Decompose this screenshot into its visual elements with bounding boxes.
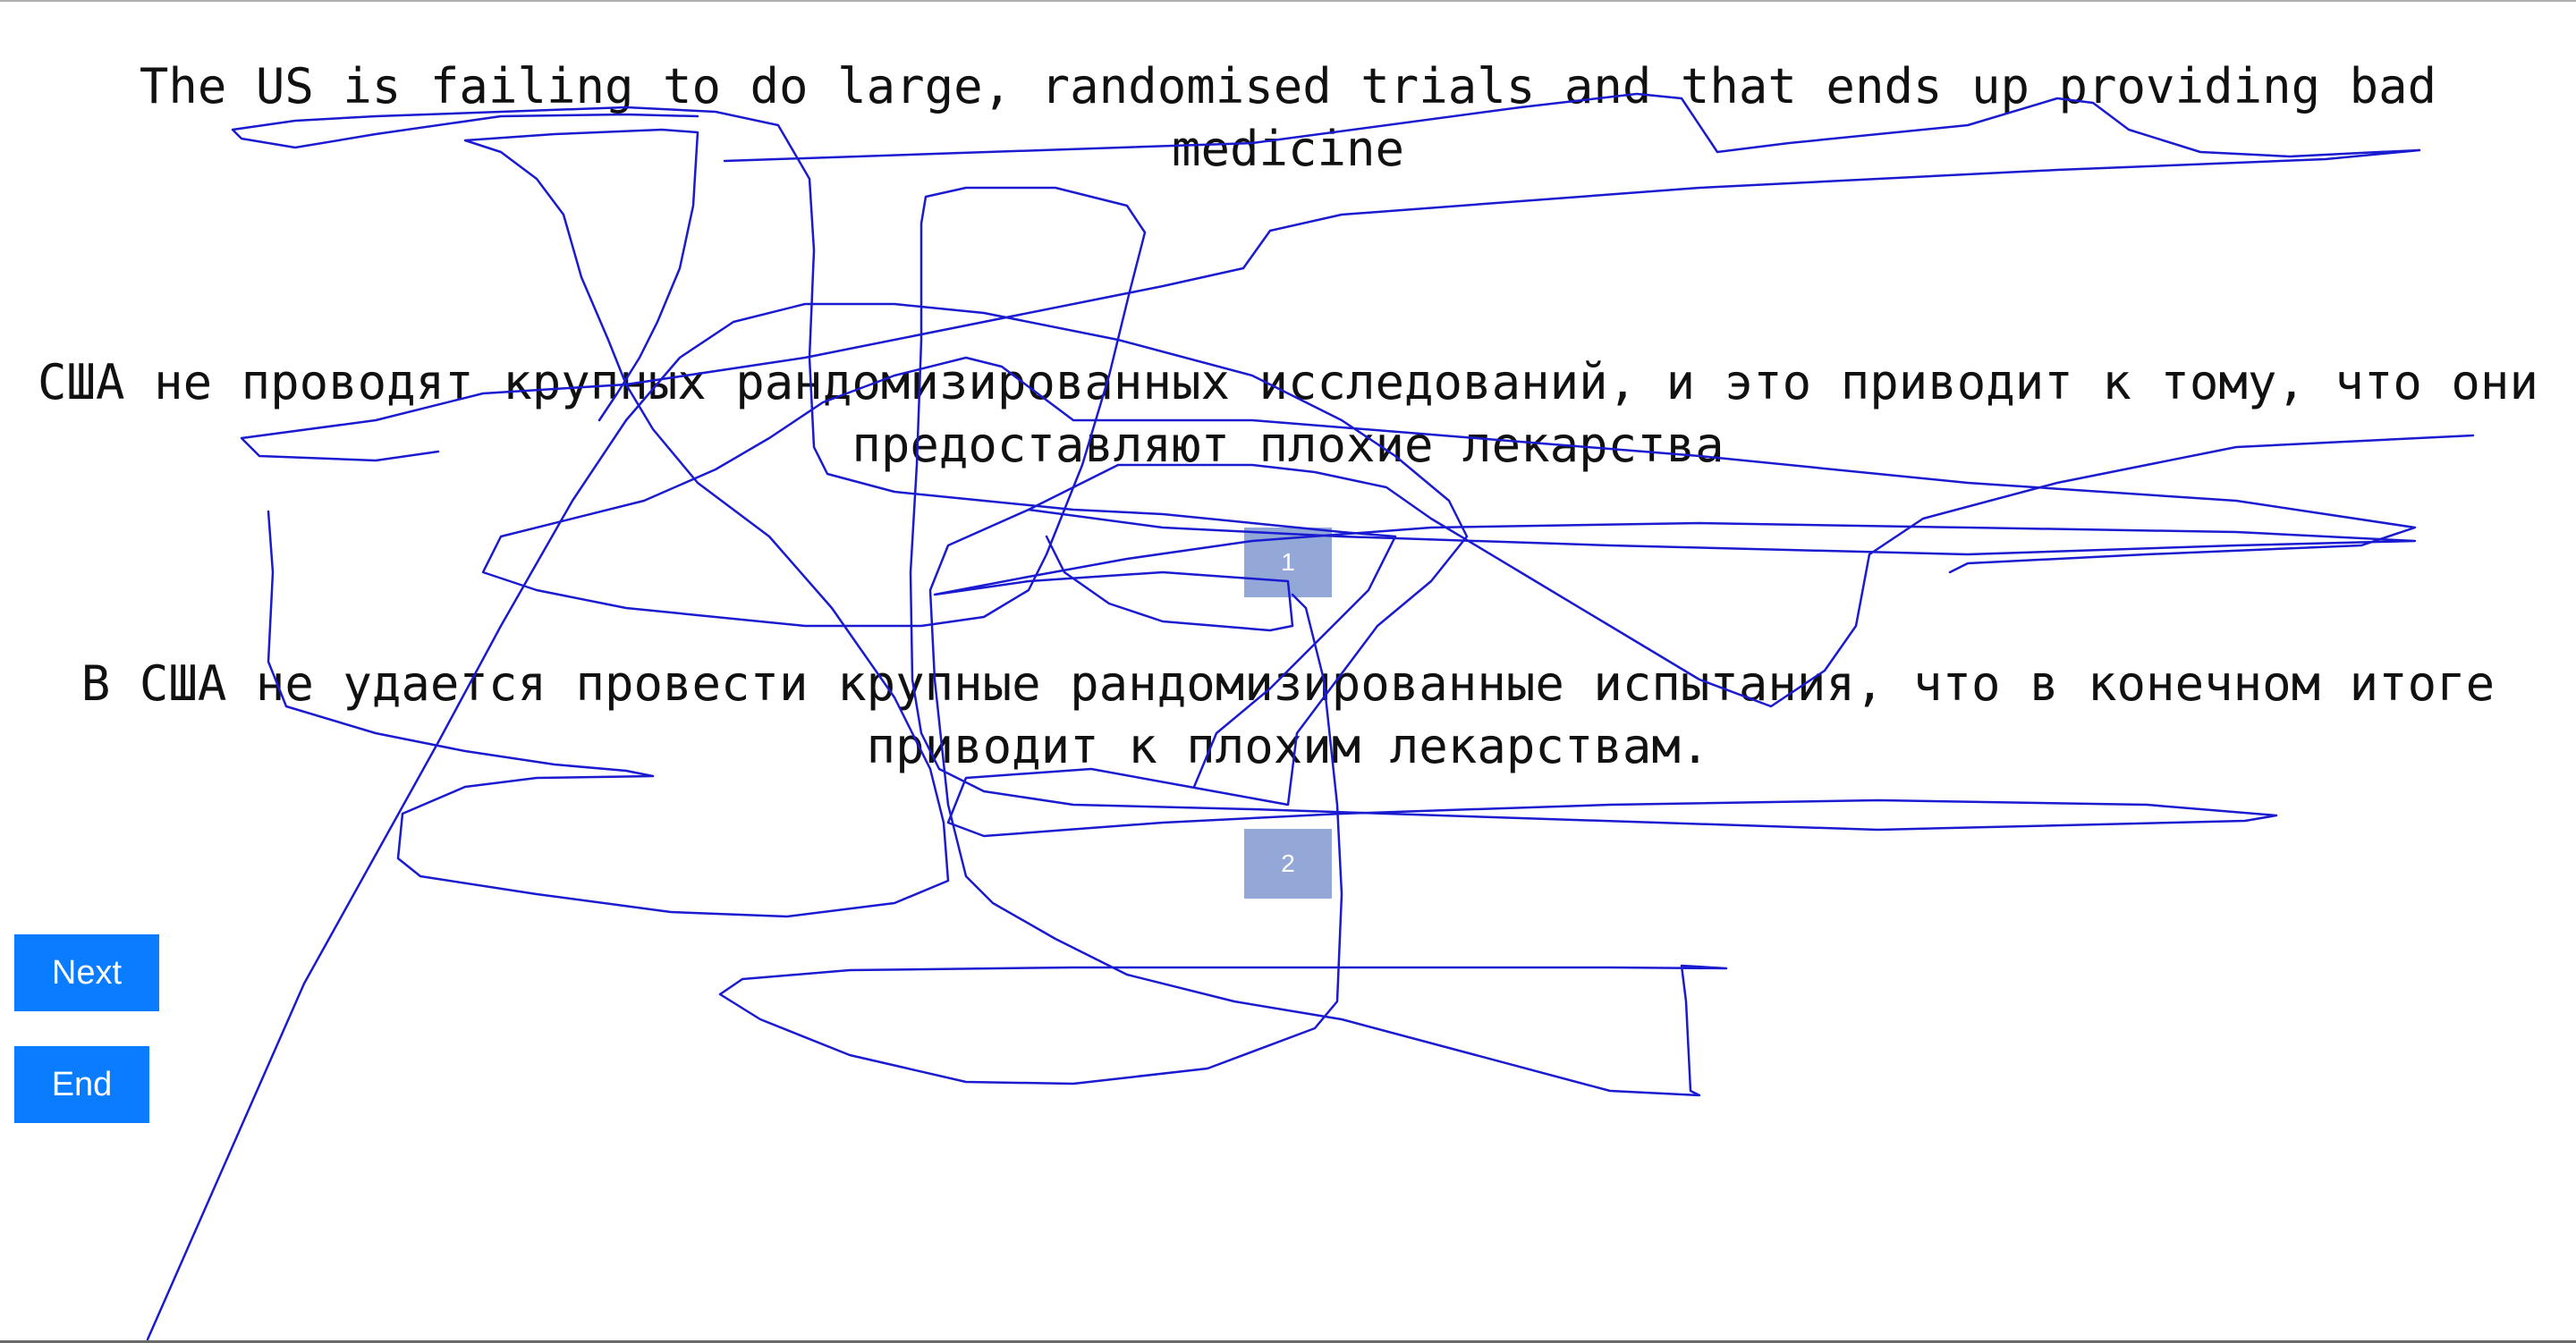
pen-stroke-6 — [933, 508, 2417, 632]
pen-stroke-4 — [267, 128, 950, 918]
rank-box-1[interactable]: 1 — [1244, 528, 1332, 597]
translation-1-text: США не проводят крупных рандомизированны… — [38, 354, 2538, 473]
source-sentence: The US is failing to do large, randomise… — [139, 58, 2437, 177]
next-button[interactable]: Next — [14, 934, 159, 1011]
rank-box-2[interactable]: 2 — [1244, 829, 1332, 899]
translation-2-text: В США не удается провести крупные рандом… — [80, 655, 2496, 774]
end-button[interactable]: End — [14, 1046, 149, 1123]
top-border — [0, 0, 2576, 2]
